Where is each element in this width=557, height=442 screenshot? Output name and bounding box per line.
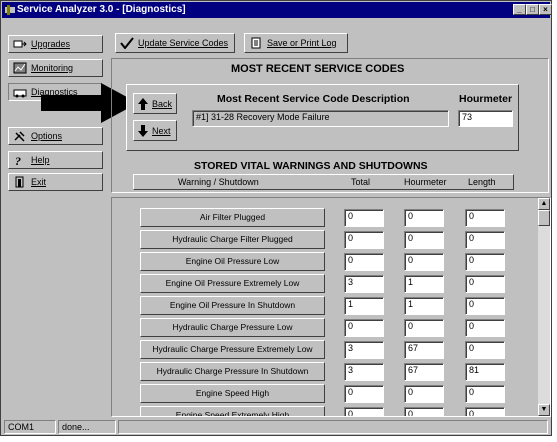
warning-row-button[interactable]: Engine Speed Extremely High [140, 406, 325, 416]
status-blank [118, 420, 548, 434]
warning-total-field: 1 [344, 297, 384, 315]
diagnostics-icon [13, 89, 27, 98]
window-title: Service Analyzer 3.0 - [Diagnostics] [17, 4, 186, 15]
warning-length-field: 0 [465, 209, 505, 227]
warning-total-field: 3 [344, 341, 384, 359]
status-port: COM1 [4, 420, 56, 434]
warning-hourmeter-field: 0 [404, 407, 444, 416]
title-bar[interactable]: Service Analyzer 3.0 - [Diagnostics] _ □… [2, 2, 552, 18]
sidebar-item-label: Monitoring [31, 63, 74, 73]
service-code-description-field: #1] 31-28 Recovery Mode Failure [192, 110, 449, 127]
maximize-button[interactable]: □ [526, 4, 539, 15]
svg-text:?: ? [15, 154, 21, 166]
document-icon [251, 37, 261, 49]
sidebar-item-exit[interactable]: Exit [8, 173, 103, 191]
warning-length-field: 0 [465, 385, 505, 403]
warning-row-button[interactable]: Engine Oil Pressure In Shutdown [140, 296, 325, 315]
save-print-log-button[interactable]: Save or Print Log [244, 33, 348, 53]
help-icon: ? [15, 154, 21, 166]
update-service-codes-label: Update Service Codes [138, 38, 229, 48]
warnings-heading: STORED VITAL WARNINGS AND SHUTDOWNS [194, 160, 428, 172]
warning-length-field: 0 [465, 253, 505, 271]
recent-codes-heading: MOST RECENT SERVICE CODES [231, 63, 405, 75]
sidebar-item-monitoring[interactable]: Monitoring [8, 59, 103, 77]
upgrade-icon [13, 40, 27, 48]
warning-hourmeter-field: 0 [404, 231, 444, 249]
warning-row-button[interactable]: Engine Oil Pressure Extremely Low [140, 274, 325, 293]
status-message: done... [58, 420, 116, 434]
warning-hourmeter-field: 67 [404, 341, 444, 359]
warning-hourmeter-field: 1 [404, 297, 444, 315]
warning-length-field: 0 [465, 341, 505, 359]
warning-row-button[interactable]: Hydraulic Charge Pressure Extremely Low [140, 340, 325, 359]
description-header: Most Recent Service Code Description [217, 93, 410, 105]
warning-hourmeter-field: 67 [404, 363, 444, 381]
update-service-codes-button[interactable]: Update Service Codes [115, 33, 235, 53]
app-icon [5, 5, 15, 15]
warning-length-field: 0 [465, 407, 505, 416]
warning-total-field: 0 [344, 407, 384, 416]
options-icon [14, 131, 25, 142]
minimize-button[interactable]: _ [513, 4, 526, 15]
column-header-total: Total [351, 177, 371, 187]
column-header-warning: Warning / Shutdown [178, 177, 259, 187]
arrow-up-icon [138, 97, 148, 110]
service-code-hourmeter-field: 73 [458, 110, 513, 127]
scroll-down-button[interactable]: ▼ [538, 404, 550, 416]
warning-total-field: 0 [344, 385, 384, 403]
sidebar-item-label: Help [31, 155, 50, 165]
warning-row-button[interactable]: Hydraulic Charge Pressure Low [140, 318, 325, 337]
warning-length-field: 0 [465, 231, 505, 249]
warning-length-field: 0 [465, 297, 505, 315]
warning-total-field: 3 [344, 363, 384, 381]
warning-total-field: 0 [344, 231, 384, 249]
warning-hourmeter-field: 0 [404, 209, 444, 227]
save-print-log-label: Save or Print Log [267, 38, 337, 48]
warning-row-button[interactable]: Hydraulic Charge Pressure In Shutdown [140, 362, 325, 381]
column-header-length: Length [468, 177, 496, 187]
hourmeter-header: Hourmeter [459, 93, 513, 105]
warning-hourmeter-field: 0 [404, 253, 444, 271]
close-button[interactable]: × [539, 4, 552, 15]
checkmark-icon [120, 37, 134, 49]
vertical-scrollbar[interactable]: ▲ ▼ [538, 198, 550, 416]
exit-icon [15, 176, 24, 188]
warning-length-field: 0 [465, 275, 505, 293]
column-header-hourmeter: Hourmeter [404, 177, 447, 187]
warning-total-field: 0 [344, 319, 384, 337]
scroll-thumb[interactable] [538, 210, 550, 226]
warning-row-button[interactable]: Engine Oil Pressure Low [140, 252, 325, 271]
sidebar-item-label: Options [31, 131, 63, 141]
monitoring-icon [13, 62, 27, 74]
warning-length-field: 81 [465, 363, 505, 381]
sidebar-item-upgrades[interactable]: Upgrades [8, 35, 103, 53]
sidebar-item-help[interactable]: ? Help [8, 151, 103, 169]
sidebar-item-options[interactable]: Options [8, 127, 103, 145]
warning-length-field: 0 [465, 319, 505, 337]
scroll-up-button[interactable]: ▲ [538, 198, 550, 210]
warning-total-field: 0 [344, 253, 384, 271]
next-button[interactable]: Next [133, 120, 177, 141]
warning-row-button[interactable]: Hydraulic Charge Filter Plugged [140, 230, 325, 249]
next-label: Next [152, 125, 171, 136]
warning-hourmeter-field: 0 [404, 319, 444, 337]
sidebar-item-label: Upgrades [31, 39, 71, 49]
warning-total-field: 0 [344, 209, 384, 227]
sidebar-item-label: Exit [31, 177, 47, 187]
warning-row-button[interactable]: Engine Speed High [140, 384, 325, 403]
arrow-down-icon [138, 124, 148, 137]
warnings-list[interactable]: Air Filter Plugged 0 0 0 Hydraulic Charge Fi… [111, 197, 551, 417]
warning-total-field: 3 [344, 275, 384, 293]
status-bar: COM1 done... [2, 419, 550, 435]
back-label: Back [152, 98, 173, 109]
app-window: Service Analyzer 3.0 - [Diagnostics] _ □… [0, 0, 552, 436]
back-button[interactable]: Back [133, 93, 177, 114]
warning-hourmeter-field: 1 [404, 275, 444, 293]
warning-hourmeter-field: 0 [404, 385, 444, 403]
warning-row-button[interactable]: Air Filter Plugged [140, 208, 325, 227]
